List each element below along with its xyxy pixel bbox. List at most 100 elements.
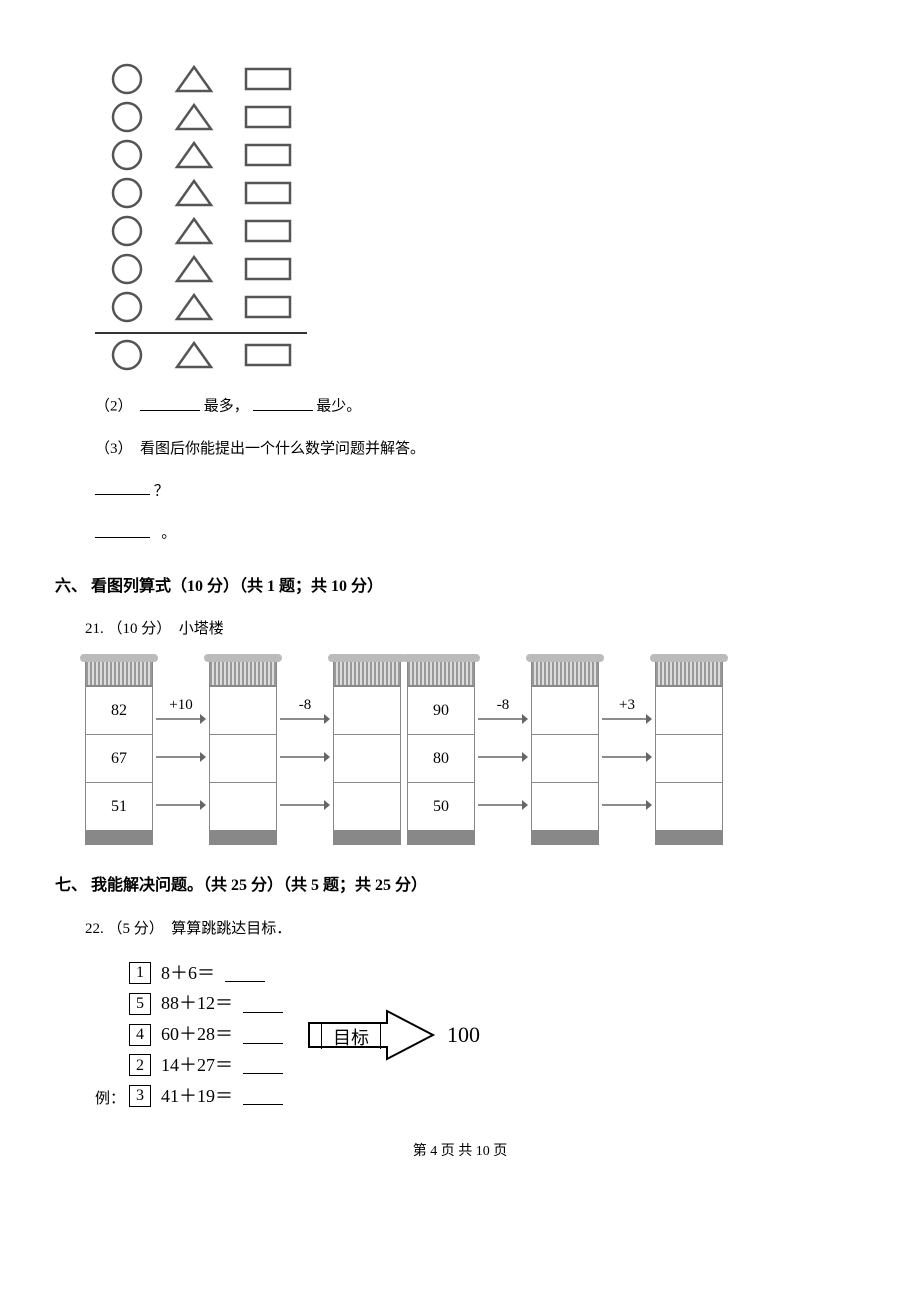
op-label: -8 xyxy=(497,693,510,711)
hop-number-box: 2 xyxy=(129,1054,151,1076)
tower-cell-blank[interactable] xyxy=(210,686,276,734)
arrow-right-icon xyxy=(156,713,206,725)
q3-qm: ？ xyxy=(154,483,169,499)
hop-expr: 88＋12＝ xyxy=(161,989,233,1018)
rectangle-icon xyxy=(244,181,292,205)
tower-cell-blank[interactable] xyxy=(532,734,598,782)
tower-cell-blank[interactable] xyxy=(656,782,722,830)
triangle-icon xyxy=(174,178,214,208)
hop-expr: 41＋19＝ xyxy=(161,1082,233,1111)
arrow-right-icon xyxy=(280,799,330,811)
hop-number-box: 3 xyxy=(129,1085,151,1107)
hop-row: 4 60＋28＝ xyxy=(129,1020,283,1049)
question-22: 22. （5 分） 算算跳跳达目标． xyxy=(85,917,865,941)
hop-number-box: 4 xyxy=(129,1024,151,1046)
tower-cell: 82 xyxy=(86,686,152,734)
tower-cell-blank[interactable] xyxy=(210,734,276,782)
arrow-right-icon xyxy=(156,751,206,763)
op-label: -8 xyxy=(299,693,312,711)
circle-icon xyxy=(110,252,144,286)
fill-blank[interactable] xyxy=(253,394,313,411)
hop-row: 5 88＋12＝ xyxy=(129,989,283,1018)
triangle-icon xyxy=(174,102,214,132)
tower-roof-icon xyxy=(532,660,598,686)
triangle-icon xyxy=(174,292,214,322)
rectangle-icon xyxy=(244,295,292,319)
q3-prefix: （3） xyxy=(95,441,133,457)
tower-base xyxy=(532,830,598,844)
tower-cell-blank[interactable] xyxy=(210,782,276,830)
hop-number-box: 1 xyxy=(129,962,151,984)
fill-blank[interactable] xyxy=(140,394,200,411)
fill-blank[interactable] xyxy=(225,964,265,982)
tower-col xyxy=(655,659,723,845)
fill-blank[interactable] xyxy=(243,1026,283,1044)
q2-prefix: （2） xyxy=(95,399,133,415)
hop-list: 1 8＋6＝ 5 88＋12＝ 4 60＋28＝ 2 14＋27＝ 3 41＋1… xyxy=(129,959,283,1111)
arrow-col: -8 xyxy=(475,659,531,829)
arrow-right-icon xyxy=(478,751,528,763)
q3-period: 。 xyxy=(161,526,176,542)
tower-cell-blank[interactable] xyxy=(656,686,722,734)
arrow-right-icon xyxy=(602,799,652,811)
footer-p3: 页 xyxy=(493,1144,507,1159)
big-arrow-icon: 目标 xyxy=(307,1005,437,1065)
page-footer: 第 4 页 共 10 页 xyxy=(55,1141,865,1163)
divider-line xyxy=(95,332,307,334)
q22-pts: （5 分） xyxy=(108,921,164,937)
fill-blank[interactable] xyxy=(95,479,150,496)
q3-answer-line: ？ xyxy=(95,479,865,504)
arrow-right-icon xyxy=(478,713,528,725)
rectangle-icon xyxy=(244,143,292,167)
fill-blank[interactable] xyxy=(95,521,150,538)
arrow-col: +10 xyxy=(153,659,209,829)
fill-blank[interactable] xyxy=(243,995,283,1013)
arrow-right-icon xyxy=(280,751,330,763)
tower-cell-blank[interactable] xyxy=(334,782,400,830)
q21-pts: （10 分） xyxy=(108,621,172,637)
tower-roof-icon xyxy=(408,660,474,686)
goal-label: 目标 xyxy=(321,1023,381,1049)
tower-cell-blank[interactable] xyxy=(532,782,598,830)
triangle-icon xyxy=(174,340,214,370)
tower-base xyxy=(210,830,276,844)
tower-cell: 80 xyxy=(408,734,474,782)
sec6-label: 六、 xyxy=(55,578,87,595)
tower-col: 90 80 50 xyxy=(407,659,475,845)
tower-cell-blank[interactable] xyxy=(532,686,598,734)
tower-cell-blank[interactable] xyxy=(656,734,722,782)
triangle-icon xyxy=(174,140,214,170)
tower-base xyxy=(334,830,400,844)
circle-icon xyxy=(110,338,144,372)
arrow-right-icon xyxy=(602,751,652,763)
q22-title: 算算跳跳达目标． xyxy=(171,921,291,937)
tower-roof-icon xyxy=(334,660,400,686)
tower-cell-blank[interactable] xyxy=(334,686,400,734)
question-2: （2） 最多， 最少。 xyxy=(95,394,865,419)
tower-cell-blank[interactable] xyxy=(334,734,400,782)
tower-cell: 90 xyxy=(408,686,474,734)
circle-icon xyxy=(110,290,144,324)
tower-col xyxy=(209,659,277,845)
rectangle-icon xyxy=(244,343,292,367)
fill-blank[interactable] xyxy=(243,1087,283,1105)
example-label: 例： xyxy=(95,1091,125,1107)
arrow-right-icon xyxy=(156,799,206,811)
tower-base xyxy=(656,830,722,844)
op-label: +10 xyxy=(169,693,192,711)
section-7-heading: 七、 我能解决问题。（共 25 分）（共 5 题；共 25 分） xyxy=(55,873,865,899)
hop-row: 3 41＋19＝ xyxy=(129,1082,283,1111)
hop-row: 1 8＋6＝ xyxy=(129,959,283,988)
tower-col xyxy=(531,659,599,845)
triangle-icon xyxy=(174,64,214,94)
q22-num: 22. xyxy=(85,921,104,937)
hop-row: 2 14＋27＝ xyxy=(129,1051,283,1080)
question-3: （3） 看图后你能提出一个什么数学问题并解答。 xyxy=(95,437,865,461)
hop-expr: 8＋6＝ xyxy=(161,959,215,988)
tower-col: 82 67 51 xyxy=(85,659,153,845)
arrow-right-icon xyxy=(602,713,652,725)
fill-blank[interactable] xyxy=(243,1056,283,1074)
sec7-title: 我能解决问题。（共 25 分）（共 5 题；共 25 分） xyxy=(91,877,427,894)
sec7-label: 七、 xyxy=(55,877,87,894)
footer-n2: 10 xyxy=(476,1144,490,1159)
